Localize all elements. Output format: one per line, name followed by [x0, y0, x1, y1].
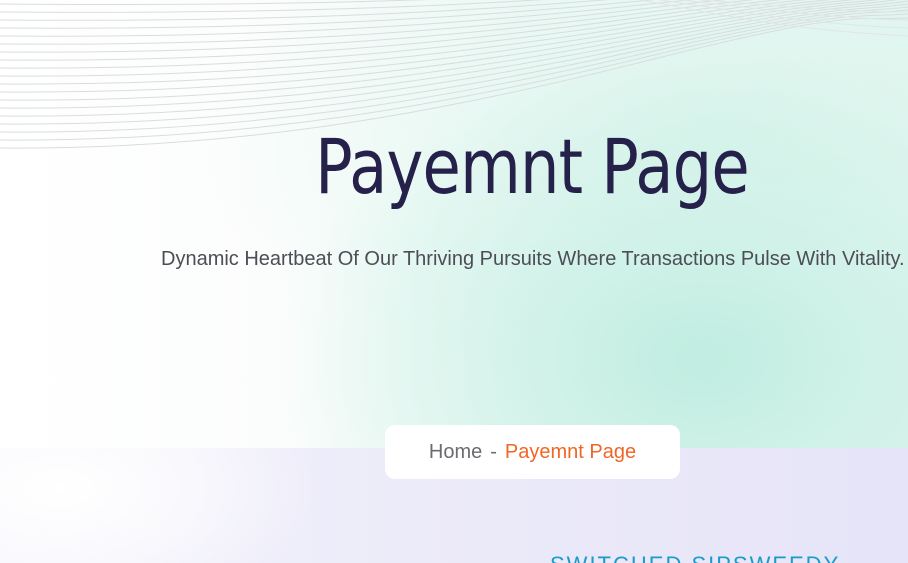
section-heading: SWITCHED SIPSWEEDY: [550, 552, 840, 563]
breadcrumb-home-link[interactable]: Home: [429, 441, 482, 464]
breadcrumb: Home - Payemnt Page: [385, 425, 680, 479]
payment-page: Payemnt Page Dynamic Heartbeat Of Our Th…: [0, 0, 908, 563]
breadcrumb-current-page: Payemnt Page: [504, 440, 637, 463]
page-subtitle: Dynamic Heartbeat Of Our Thriving Pursui…: [161, 248, 905, 270]
page-title: Payemnt Page: [315, 122, 749, 211]
breadcrumb-separator: -: [490, 440, 497, 463]
